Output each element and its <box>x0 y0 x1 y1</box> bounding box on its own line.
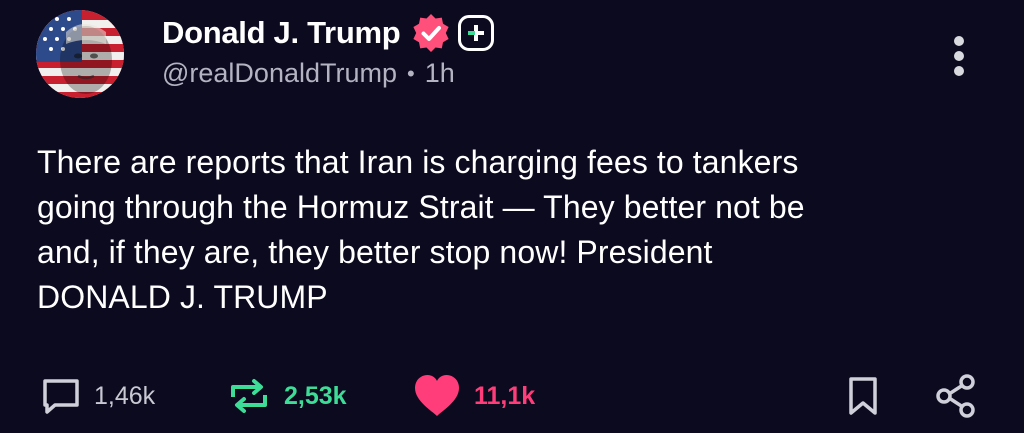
author-name-row: Donald J. Trump <box>162 10 495 56</box>
author-display-name[interactable]: Donald J. Trump <box>162 15 401 51</box>
author-handle[interactable]: @realDonaldTrump <box>162 58 397 89</box>
repost-icon <box>231 379 267 413</box>
heart-icon <box>415 375 459 416</box>
reply-button[interactable]: 1,46k <box>40 370 155 422</box>
american-flag-portrait-avatar <box>36 10 124 98</box>
post-card: Donald J. Trump @realDonaldTrump • 1h Th… <box>0 0 1024 433</box>
comment-icon <box>43 379 79 414</box>
reply-count: 1,46k <box>94 381 156 410</box>
more-vertical-icon[interactable] <box>944 34 974 78</box>
post-actions: 1,46k 2,53k 11,1k <box>0 370 1024 422</box>
share-button[interactable] <box>934 370 978 422</box>
bookmark-icon <box>849 377 877 415</box>
repost-count: 2,53k <box>284 381 347 410</box>
verified-badge-icon <box>410 12 452 54</box>
meta-separator: • <box>407 60 415 86</box>
like-count: 11,1k <box>474 381 536 410</box>
like-button[interactable]: 11,1k <box>412 370 535 422</box>
repost-button[interactable]: 2,53k <box>226 370 347 422</box>
author-meta: @realDonaldTrump • 1h <box>162 58 455 89</box>
share-icon <box>936 374 975 418</box>
post-text: There are reports that Iran is charging … <box>37 144 805 315</box>
avatar[interactable] <box>36 10 124 98</box>
bookmark-button[interactable] <box>846 370 880 422</box>
post-timestamp[interactable]: 1h <box>425 58 455 89</box>
plus-badge-icon <box>458 15 495 51</box>
